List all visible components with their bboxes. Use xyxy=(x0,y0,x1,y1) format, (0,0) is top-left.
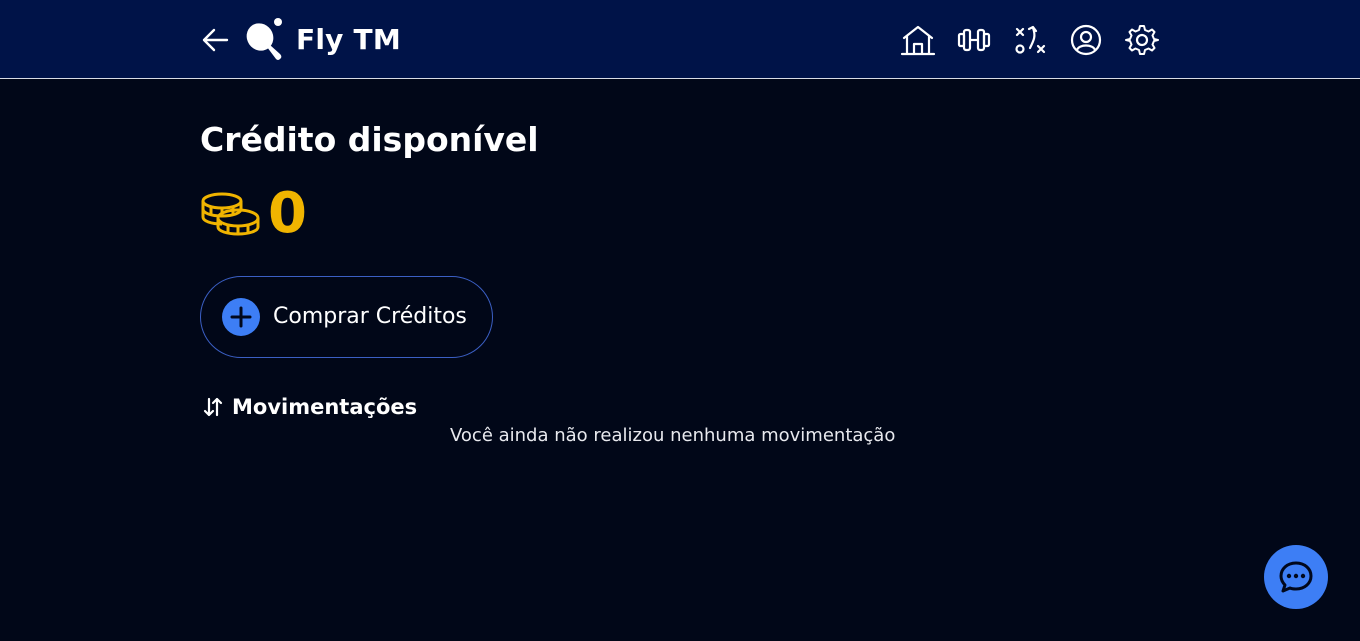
chat-bubble-icon xyxy=(1279,561,1313,593)
sort-arrows-icon xyxy=(203,397,223,417)
gear-icon xyxy=(1125,25,1159,55)
user-circle-icon xyxy=(1070,24,1102,56)
nav-tactics-button[interactable] xyxy=(1010,22,1050,58)
nav-settings-button[interactable] xyxy=(1122,22,1162,58)
movements-empty-message: Você ainda não realizou nenhuma moviment… xyxy=(450,425,896,446)
top-navigation-bar: Fly TM xyxy=(0,0,1360,79)
dumbbell-icon xyxy=(957,28,991,52)
credit-balance: 0 xyxy=(268,181,307,246)
chat-button[interactable] xyxy=(1264,545,1328,609)
nav-profile-button[interactable] xyxy=(1066,22,1106,58)
buy-credits-label: Comprar Créditos xyxy=(273,304,467,329)
app-title: Fly TM xyxy=(296,23,401,56)
arrow-left-icon xyxy=(202,28,229,52)
app-logo[interactable] xyxy=(243,17,285,63)
nav-training-button[interactable] xyxy=(954,22,994,58)
coins-icon xyxy=(201,192,260,236)
movements-title: Movimentações xyxy=(232,395,418,419)
home-icon xyxy=(900,25,936,56)
buy-credits-button[interactable]: Comprar Créditos xyxy=(200,276,493,358)
table-tennis-paddle-icon xyxy=(246,18,282,60)
plus-icon xyxy=(222,298,260,336)
tactics-icon xyxy=(1015,25,1046,54)
page-title: Crédito disponível xyxy=(200,120,539,159)
nav-home-button[interactable] xyxy=(898,22,938,58)
back-button[interactable] xyxy=(200,26,230,54)
